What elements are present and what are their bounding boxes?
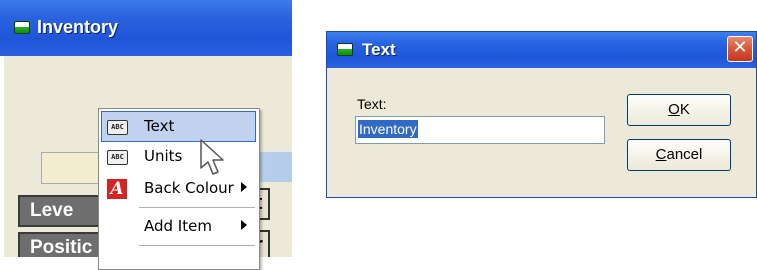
menu-item-label: Units	[144, 147, 183, 165]
menu-item-label: Add Item	[144, 217, 212, 235]
text-input[interactable]: Inventory	[355, 116, 605, 144]
text-dialog: Text ✕ Text: Inventory OK Cancel	[326, 31, 757, 198]
menu-item-label: Back Colour	[144, 179, 234, 197]
mouse-cursor-icon	[200, 139, 224, 175]
colour-icon: A	[107, 179, 127, 199]
app-icon	[14, 21, 30, 34]
submenu-arrow-icon	[241, 220, 247, 230]
dialog-titlebar[interactable]: Text ✕	[327, 32, 756, 68]
submenu-arrow-icon	[241, 182, 247, 192]
cancel-button-label: Cancel	[656, 146, 703, 163]
menu-item-add-item[interactable]: Add Item	[99, 211, 257, 243]
app-icon	[337, 43, 353, 56]
inventory-titlebar[interactable]: Inventory	[0, 0, 292, 56]
menu-item-text[interactable]: ABC Text	[99, 111, 257, 143]
ok-button[interactable]: OK	[627, 94, 731, 126]
close-icon: ✕	[732, 37, 748, 58]
menu-item-units[interactable]: ABC Units	[99, 141, 257, 173]
text-field-label: Text:	[357, 96, 387, 112]
abc-icon: ABC	[107, 150, 128, 165]
menu-separator	[139, 207, 255, 208]
inventory-title: Inventory	[37, 17, 119, 37]
text-input-value: Inventory	[358, 120, 418, 138]
ok-mnemonic: O	[668, 101, 680, 118]
close-button[interactable]: ✕	[727, 36, 753, 62]
ok-rest: K	[679, 101, 690, 118]
menu-separator	[139, 245, 255, 246]
ok-button-label: OK	[668, 101, 690, 118]
cancel-button[interactable]: Cancel	[627, 139, 731, 171]
cancel-mnemonic: C	[655, 146, 667, 163]
menu-item-label: Text	[144, 117, 175, 135]
cancel-rest: ancel	[666, 146, 703, 163]
dialog-title: Text	[362, 40, 396, 59]
context-menu: ABC Text ABC Units A Back Colour Add Ite…	[98, 108, 260, 270]
abc-icon: ABC	[107, 120, 128, 135]
menu-item-back-colour[interactable]: A Back Colour	[99, 173, 257, 205]
